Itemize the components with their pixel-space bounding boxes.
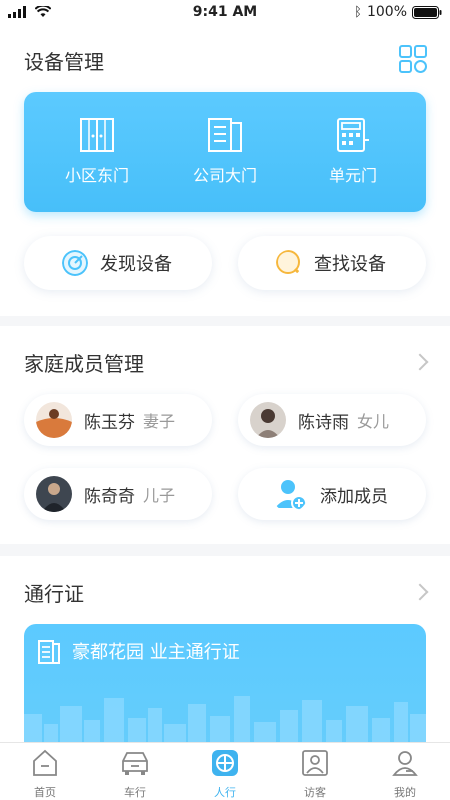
battery-percent: 100%: [366, 4, 407, 20]
discover-device-label: 发现设备: [100, 254, 172, 275]
tab-label: 首页: [34, 786, 56, 799]
tab-label: 我的: [394, 786, 416, 799]
family-section-title: 家庭成员管理: [24, 352, 144, 376]
member-relation: 女儿: [357, 412, 390, 431]
door-label: 公司大门: [192, 166, 257, 185]
avatar: [250, 402, 286, 438]
visitor-icon: [302, 750, 328, 776]
city-skyline-illustration: [24, 696, 426, 742]
door-item-unit-door[interactable]: 单元门: [286, 92, 420, 212]
pass-card-title: 豪都花园 业主通行证: [72, 642, 240, 663]
owner-pass-card[interactable]: 豪都花园 业主通行证: [24, 624, 426, 742]
battery-icon: [412, 5, 442, 19]
add-member-button[interactable]: 添加成员: [238, 468, 426, 520]
discover-device-button[interactable]: 发现设备: [24, 236, 212, 290]
home-icon: [33, 749, 57, 776]
find-device-label: 查找设备: [314, 254, 386, 275]
tab-label: 访客: [304, 786, 326, 799]
door-label: 单元门: [328, 166, 377, 185]
profile-icon: [392, 751, 418, 776]
device-management-section: 设备管理 小区东门 公司大门 单元门 发现设备 查找设备: [0, 26, 450, 316]
device-section-title: 设备管理: [24, 50, 104, 74]
pass-section: 通行证 豪都花园 业主通行证: [0, 556, 450, 742]
car-icon: [122, 752, 148, 775]
door-item-east-gate[interactable]: 小区东门: [30, 92, 164, 212]
find-device-button[interactable]: 查找设备: [238, 236, 426, 290]
bottom-tab-bar: 首页 车行 人行 访客 我的: [0, 742, 450, 800]
tab-vehicle[interactable]: 车行: [90, 743, 180, 800]
person-walk-icon: [212, 750, 238, 776]
tab-profile[interactable]: 我的: [360, 743, 450, 800]
member-pill[interactable]: 陈奇奇 儿子: [24, 468, 212, 520]
tab-pedestrian[interactable]: 人行: [180, 743, 270, 800]
radar-icon: [62, 250, 88, 276]
avatar: [36, 476, 72, 512]
member-relation: 妻子: [143, 412, 176, 431]
member-name: 陈玉芬: [84, 412, 135, 433]
door-label: 小区东门: [64, 166, 129, 185]
chevron-right-icon[interactable]: [411, 583, 429, 601]
document-icon: [38, 640, 60, 664]
keypad-door-icon: [337, 118, 369, 152]
bluetooth-icon: ᛒ: [354, 4, 362, 20]
member-pill[interactable]: 陈诗雨 女儿: [238, 394, 426, 446]
member-relation: 儿子: [143, 486, 176, 505]
document-door-icon: [208, 118, 242, 152]
search-icon: [276, 250, 302, 276]
gate-icon: [80, 118, 114, 152]
add-member-label: 添加成员: [320, 486, 388, 507]
pass-section-title: 通行证: [24, 582, 84, 606]
tab-home[interactable]: 首页: [0, 743, 90, 800]
status-right-group: ᛒ 100%: [354, 4, 442, 20]
add-person-icon: [275, 480, 307, 511]
tab-label: 人行: [214, 786, 236, 799]
door-item-company-gate[interactable]: 公司大门: [158, 92, 292, 212]
door-quick-access-card: 小区东门 公司大门 单元门: [24, 92, 426, 212]
avatar: [36, 402, 72, 438]
chevron-right-icon[interactable]: [411, 353, 429, 371]
tab-visitor[interactable]: 访客: [270, 743, 360, 800]
grid-menu-icon[interactable]: [398, 44, 428, 74]
tab-label: 车行: [124, 786, 146, 799]
member-name: 陈诗雨: [298, 412, 349, 433]
member-pill[interactable]: 陈玉芬 妻子: [24, 394, 212, 446]
member-name: 陈奇奇: [84, 486, 135, 507]
family-members-section: 家庭成员管理 陈玉芬 妻子 陈诗雨 女儿 陈奇奇 儿子 添加成员: [0, 326, 450, 544]
status-bar: 9:41 AM ᛒ 100%: [0, 0, 450, 26]
